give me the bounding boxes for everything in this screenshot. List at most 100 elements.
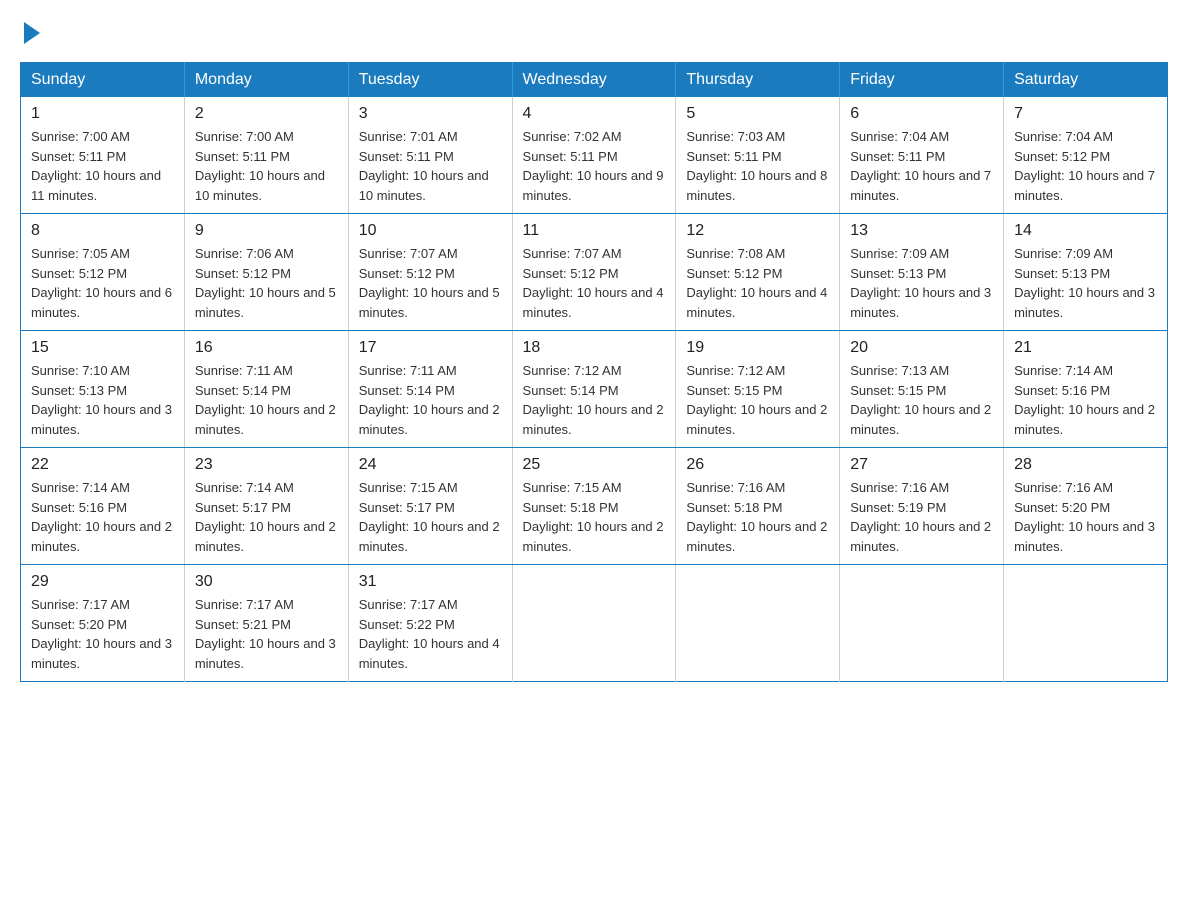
calendar-week-1: 1 Sunrise: 7:00 AMSunset: 5:11 PMDayligh… xyxy=(21,97,1168,214)
day-info: Sunrise: 7:03 AMSunset: 5:11 PMDaylight:… xyxy=(686,127,829,205)
calendar-cell: 15 Sunrise: 7:10 AMSunset: 5:13 PMDaylig… xyxy=(21,331,185,448)
day-number: 13 xyxy=(850,222,993,240)
day-info: Sunrise: 7:04 AMSunset: 5:11 PMDaylight:… xyxy=(850,127,993,205)
page-header xyxy=(20,20,1168,44)
calendar-cell: 28 Sunrise: 7:16 AMSunset: 5:20 PMDaylig… xyxy=(1004,448,1168,565)
day-info: Sunrise: 7:17 AMSunset: 5:20 PMDaylight:… xyxy=(31,595,174,673)
calendar-cell: 1 Sunrise: 7:00 AMSunset: 5:11 PMDayligh… xyxy=(21,97,185,214)
day-number: 12 xyxy=(686,222,829,240)
calendar-cell: 31 Sunrise: 7:17 AMSunset: 5:22 PMDaylig… xyxy=(348,565,512,682)
day-info: Sunrise: 7:17 AMSunset: 5:22 PMDaylight:… xyxy=(359,595,502,673)
day-number: 21 xyxy=(1014,339,1157,357)
day-number: 15 xyxy=(31,339,174,357)
day-number: 28 xyxy=(1014,456,1157,474)
column-header-sunday: Sunday xyxy=(21,63,185,98)
day-info: Sunrise: 7:14 AMSunset: 5:16 PMDaylight:… xyxy=(1014,361,1157,439)
day-number: 16 xyxy=(195,339,338,357)
day-number: 6 xyxy=(850,105,993,123)
day-info: Sunrise: 7:10 AMSunset: 5:13 PMDaylight:… xyxy=(31,361,174,439)
day-number: 25 xyxy=(523,456,666,474)
day-number: 23 xyxy=(195,456,338,474)
day-number: 2 xyxy=(195,105,338,123)
calendar-cell: 10 Sunrise: 7:07 AMSunset: 5:12 PMDaylig… xyxy=(348,214,512,331)
calendar-cell: 18 Sunrise: 7:12 AMSunset: 5:14 PMDaylig… xyxy=(512,331,676,448)
logo xyxy=(20,20,40,44)
calendar-cell xyxy=(676,565,840,682)
day-number: 30 xyxy=(195,573,338,591)
calendar-cell: 6 Sunrise: 7:04 AMSunset: 5:11 PMDayligh… xyxy=(840,97,1004,214)
calendar-cell: 30 Sunrise: 7:17 AMSunset: 5:21 PMDaylig… xyxy=(184,565,348,682)
day-info: Sunrise: 7:07 AMSunset: 5:12 PMDaylight:… xyxy=(523,244,666,322)
day-info: Sunrise: 7:14 AMSunset: 5:17 PMDaylight:… xyxy=(195,478,338,556)
day-info: Sunrise: 7:01 AMSunset: 5:11 PMDaylight:… xyxy=(359,127,502,205)
calendar-week-3: 15 Sunrise: 7:10 AMSunset: 5:13 PMDaylig… xyxy=(21,331,1168,448)
column-header-friday: Friday xyxy=(840,63,1004,98)
day-info: Sunrise: 7:13 AMSunset: 5:15 PMDaylight:… xyxy=(850,361,993,439)
day-number: 1 xyxy=(31,105,174,123)
column-header-saturday: Saturday xyxy=(1004,63,1168,98)
calendar-cell: 2 Sunrise: 7:00 AMSunset: 5:11 PMDayligh… xyxy=(184,97,348,214)
day-info: Sunrise: 7:09 AMSunset: 5:13 PMDaylight:… xyxy=(1014,244,1157,322)
calendar-cell: 25 Sunrise: 7:15 AMSunset: 5:18 PMDaylig… xyxy=(512,448,676,565)
day-number: 9 xyxy=(195,222,338,240)
day-info: Sunrise: 7:07 AMSunset: 5:12 PMDaylight:… xyxy=(359,244,502,322)
day-number: 31 xyxy=(359,573,502,591)
day-number: 19 xyxy=(686,339,829,357)
day-info: Sunrise: 7:11 AMSunset: 5:14 PMDaylight:… xyxy=(195,361,338,439)
calendar-cell: 5 Sunrise: 7:03 AMSunset: 5:11 PMDayligh… xyxy=(676,97,840,214)
calendar-cell xyxy=(1004,565,1168,682)
day-number: 27 xyxy=(850,456,993,474)
day-number: 17 xyxy=(359,339,502,357)
day-info: Sunrise: 7:16 AMSunset: 5:19 PMDaylight:… xyxy=(850,478,993,556)
calendar-table: SundayMondayTuesdayWednesdayThursdayFrid… xyxy=(20,62,1168,682)
calendar-cell: 7 Sunrise: 7:04 AMSunset: 5:12 PMDayligh… xyxy=(1004,97,1168,214)
calendar-cell: 4 Sunrise: 7:02 AMSunset: 5:11 PMDayligh… xyxy=(512,97,676,214)
day-info: Sunrise: 7:09 AMSunset: 5:13 PMDaylight:… xyxy=(850,244,993,322)
day-info: Sunrise: 7:17 AMSunset: 5:21 PMDaylight:… xyxy=(195,595,338,673)
calendar-header-row: SundayMondayTuesdayWednesdayThursdayFrid… xyxy=(21,63,1168,98)
calendar-cell: 12 Sunrise: 7:08 AMSunset: 5:12 PMDaylig… xyxy=(676,214,840,331)
calendar-cell: 24 Sunrise: 7:15 AMSunset: 5:17 PMDaylig… xyxy=(348,448,512,565)
calendar-cell: 17 Sunrise: 7:11 AMSunset: 5:14 PMDaylig… xyxy=(348,331,512,448)
calendar-cell: 9 Sunrise: 7:06 AMSunset: 5:12 PMDayligh… xyxy=(184,214,348,331)
calendar-cell xyxy=(512,565,676,682)
day-info: Sunrise: 7:00 AMSunset: 5:11 PMDaylight:… xyxy=(31,127,174,205)
day-info: Sunrise: 7:04 AMSunset: 5:12 PMDaylight:… xyxy=(1014,127,1157,205)
day-info: Sunrise: 7:15 AMSunset: 5:18 PMDaylight:… xyxy=(523,478,666,556)
calendar-cell: 13 Sunrise: 7:09 AMSunset: 5:13 PMDaylig… xyxy=(840,214,1004,331)
calendar-cell: 23 Sunrise: 7:14 AMSunset: 5:17 PMDaylig… xyxy=(184,448,348,565)
logo-triangle-icon xyxy=(24,22,40,44)
day-number: 7 xyxy=(1014,105,1157,123)
day-number: 14 xyxy=(1014,222,1157,240)
day-info: Sunrise: 7:16 AMSunset: 5:18 PMDaylight:… xyxy=(686,478,829,556)
calendar-cell: 29 Sunrise: 7:17 AMSunset: 5:20 PMDaylig… xyxy=(21,565,185,682)
day-number: 24 xyxy=(359,456,502,474)
calendar-cell: 8 Sunrise: 7:05 AMSunset: 5:12 PMDayligh… xyxy=(21,214,185,331)
day-number: 26 xyxy=(686,456,829,474)
day-info: Sunrise: 7:15 AMSunset: 5:17 PMDaylight:… xyxy=(359,478,502,556)
calendar-cell: 11 Sunrise: 7:07 AMSunset: 5:12 PMDaylig… xyxy=(512,214,676,331)
day-number: 11 xyxy=(523,222,666,240)
column-header-thursday: Thursday xyxy=(676,63,840,98)
calendar-cell: 22 Sunrise: 7:14 AMSunset: 5:16 PMDaylig… xyxy=(21,448,185,565)
day-number: 18 xyxy=(523,339,666,357)
day-info: Sunrise: 7:14 AMSunset: 5:16 PMDaylight:… xyxy=(31,478,174,556)
calendar-week-4: 22 Sunrise: 7:14 AMSunset: 5:16 PMDaylig… xyxy=(21,448,1168,565)
calendar-cell: 3 Sunrise: 7:01 AMSunset: 5:11 PMDayligh… xyxy=(348,97,512,214)
calendar-cell: 16 Sunrise: 7:11 AMSunset: 5:14 PMDaylig… xyxy=(184,331,348,448)
day-info: Sunrise: 7:16 AMSunset: 5:20 PMDaylight:… xyxy=(1014,478,1157,556)
day-info: Sunrise: 7:11 AMSunset: 5:14 PMDaylight:… xyxy=(359,361,502,439)
day-info: Sunrise: 7:02 AMSunset: 5:11 PMDaylight:… xyxy=(523,127,666,205)
calendar-week-2: 8 Sunrise: 7:05 AMSunset: 5:12 PMDayligh… xyxy=(21,214,1168,331)
calendar-cell: 19 Sunrise: 7:12 AMSunset: 5:15 PMDaylig… xyxy=(676,331,840,448)
day-number: 10 xyxy=(359,222,502,240)
calendar-cell: 14 Sunrise: 7:09 AMSunset: 5:13 PMDaylig… xyxy=(1004,214,1168,331)
day-number: 29 xyxy=(31,573,174,591)
calendar-cell xyxy=(840,565,1004,682)
day-number: 4 xyxy=(523,105,666,123)
calendar-cell: 20 Sunrise: 7:13 AMSunset: 5:15 PMDaylig… xyxy=(840,331,1004,448)
day-number: 5 xyxy=(686,105,829,123)
day-info: Sunrise: 7:06 AMSunset: 5:12 PMDaylight:… xyxy=(195,244,338,322)
calendar-cell: 27 Sunrise: 7:16 AMSunset: 5:19 PMDaylig… xyxy=(840,448,1004,565)
day-info: Sunrise: 7:05 AMSunset: 5:12 PMDaylight:… xyxy=(31,244,174,322)
